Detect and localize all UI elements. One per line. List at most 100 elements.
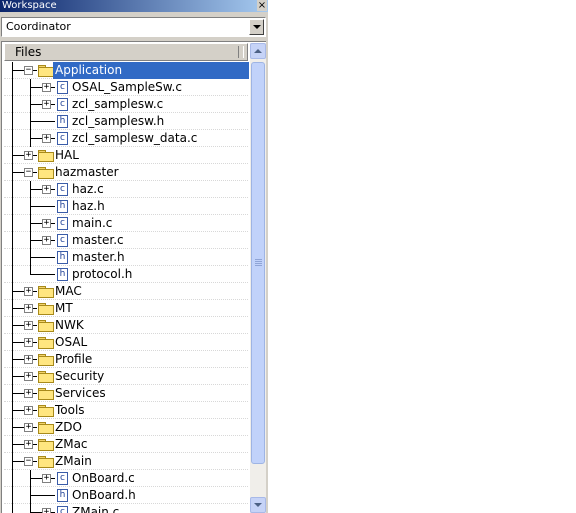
tree-item-mac[interactable]: + MAC: [2, 283, 248, 300]
folder-icon: [38, 303, 54, 315]
tree-item-osal-samplesw-c[interactable]: + c OSAL_SampleSw.c: [2, 79, 248, 96]
files-header-label: Files: [15, 45, 42, 59]
tree-item-label: ZMain: [55, 454, 92, 468]
folder-icon: [38, 371, 54, 383]
expand-toggle-icon[interactable]: +: [24, 151, 33, 160]
expand-toggle-icon[interactable]: +: [42, 219, 51, 228]
expand-toggle-icon[interactable]: +: [24, 287, 33, 296]
expand-toggle-icon[interactable]: +: [24, 355, 33, 364]
tree-item-master-c[interactable]: + c master.c: [2, 232, 248, 249]
tree-item-haz-h[interactable]: h haz.h: [2, 198, 248, 215]
expand-toggle-icon[interactable]: +: [42, 134, 51, 143]
tree-item-label: ZMac: [55, 437, 88, 451]
tree-item-zcl-samplesw-h[interactable]: h zcl_samplesw.h: [2, 113, 248, 130]
tree-item-services[interactable]: + Services: [2, 385, 248, 402]
h-file-icon: h: [57, 251, 68, 264]
expand-toggle-icon[interactable]: +: [24, 372, 33, 381]
folder-icon: [38, 337, 54, 349]
tree-item-label: Security: [55, 369, 105, 383]
c-file-icon: c: [57, 98, 68, 111]
tree-item-profile[interactable]: + Profile: [2, 351, 248, 368]
c-file-icon: c: [57, 217, 68, 230]
tree-item-label: OnBoard.c: [72, 471, 135, 485]
expand-toggle-icon[interactable]: +: [24, 423, 33, 432]
workspace-titlebar[interactable]: Workspace ×: [0, 0, 268, 12]
expand-toggle-icon[interactable]: +: [24, 321, 33, 330]
tree-line: [12, 266, 13, 283]
expand-toggle-icon[interactable]: +: [42, 474, 51, 483]
c-file-icon: c: [57, 183, 68, 196]
collapse-toggle-icon[interactable]: −: [24, 168, 33, 177]
tree-line: [12, 249, 13, 266]
tree-line: [31, 495, 55, 496]
expand-toggle-icon[interactable]: +: [42, 185, 51, 194]
column-resize-handle[interactable]: [238, 46, 244, 58]
tree-item-label: master.h: [72, 250, 125, 264]
vertical-scrollbar[interactable]: [250, 43, 266, 513]
tree-item-label: OnBoard.h: [72, 488, 136, 502]
tree-item-zmain-c[interactable]: + c ZMain.c: [2, 504, 248, 513]
folder-icon: [38, 286, 54, 298]
collapse-toggle-icon[interactable]: −: [24, 66, 33, 75]
tree-item-protocol-h[interactable]: h protocol.h: [2, 266, 248, 283]
h-file-icon: h: [57, 268, 68, 281]
tree-item-main-c[interactable]: + c main.c: [2, 215, 248, 232]
tree-item-label: OSAL: [55, 335, 88, 349]
tree-item-label: ZDO: [55, 420, 82, 434]
h-file-icon: h: [57, 489, 68, 502]
scroll-down-button[interactable]: [250, 497, 266, 513]
collapse-toggle-icon[interactable]: −: [24, 457, 33, 466]
tree-item-tools[interactable]: + Tools: [2, 402, 248, 419]
tree-line: [31, 121, 55, 122]
expand-toggle-icon[interactable]: +: [42, 83, 51, 92]
tree-item-onboard-c[interactable]: + c OnBoard.c: [2, 470, 248, 487]
folder-icon: [38, 456, 54, 468]
expand-toggle-icon[interactable]: +: [24, 440, 33, 449]
tree-item-zdo[interactable]: + ZDO: [2, 419, 248, 436]
expand-toggle-icon[interactable]: +: [24, 304, 33, 313]
expand-toggle-icon[interactable]: +: [24, 338, 33, 347]
tree-item-label: Application: [53, 62, 249, 79]
tree-line: [12, 113, 13, 130]
tree-item-label: zcl_samplesw_data.c: [72, 131, 198, 145]
files-column-header[interactable]: Files: [4, 43, 248, 61]
tree-item-nwk[interactable]: + NWK: [2, 317, 248, 334]
tree-item-zcl-samplesw-c[interactable]: + c zcl_samplesw.c: [2, 96, 248, 113]
chevron-down-icon[interactable]: [249, 19, 264, 35]
configuration-dropdown[interactable]: Coordinator: [1, 17, 266, 37]
tree-item-mt[interactable]: + MT: [2, 300, 248, 317]
tree-item-security[interactable]: + Security: [2, 368, 248, 385]
c-file-icon: c: [57, 132, 68, 145]
c-file-icon: c: [57, 234, 68, 247]
tree-item-zmac[interactable]: + ZMac: [2, 436, 248, 453]
tree-item-zcl-samplesw-data-c[interactable]: + c zcl_samplesw_data.c: [2, 130, 248, 147]
tree-item-label: MAC: [55, 284, 82, 298]
tree-line: [12, 232, 13, 249]
tree-item-label: master.c: [72, 233, 124, 247]
tree-item-master-h[interactable]: h master.h: [2, 249, 248, 266]
tree-item-onboard-h[interactable]: h OnBoard.h: [2, 487, 248, 504]
expand-toggle-icon[interactable]: +: [42, 100, 51, 109]
scroll-up-button[interactable]: [250, 43, 266, 59]
tree-item-application[interactable]: − Application: [2, 62, 249, 79]
tree-item-label: zcl_samplesw.c: [72, 97, 164, 111]
tree-item-label: ZMain.c: [72, 505, 120, 513]
tree-item-osal[interactable]: + OSAL: [2, 334, 248, 351]
expand-toggle-icon[interactable]: +: [24, 406, 33, 415]
expand-toggle-icon[interactable]: +: [42, 508, 51, 513]
close-button[interactable]: ×: [257, 0, 267, 11]
workspace-panel: Workspace × Coordinator Files − Applicati…: [0, 0, 268, 513]
tree-item-hazmaster[interactable]: − hazmaster: [2, 164, 248, 181]
expand-toggle-icon[interactable]: +: [24, 389, 33, 398]
workspace-title: Workspace: [2, 0, 57, 11]
tree-item-label: haz.c: [72, 182, 104, 196]
tree-item-label: OSAL_SampleSw.c: [72, 80, 182, 94]
tree-item-hal[interactable]: + HAL: [2, 147, 248, 164]
tree-line: [12, 215, 13, 232]
tree-item-haz-c[interactable]: + c haz.c: [2, 181, 248, 198]
scroll-thumb[interactable]: [251, 62, 265, 464]
tree-item-zmain[interactable]: − ZMain: [2, 453, 248, 470]
tree-item-label: Services: [55, 386, 106, 400]
expand-toggle-icon[interactable]: +: [42, 236, 51, 245]
tree-item-label: hazmaster: [55, 165, 119, 179]
